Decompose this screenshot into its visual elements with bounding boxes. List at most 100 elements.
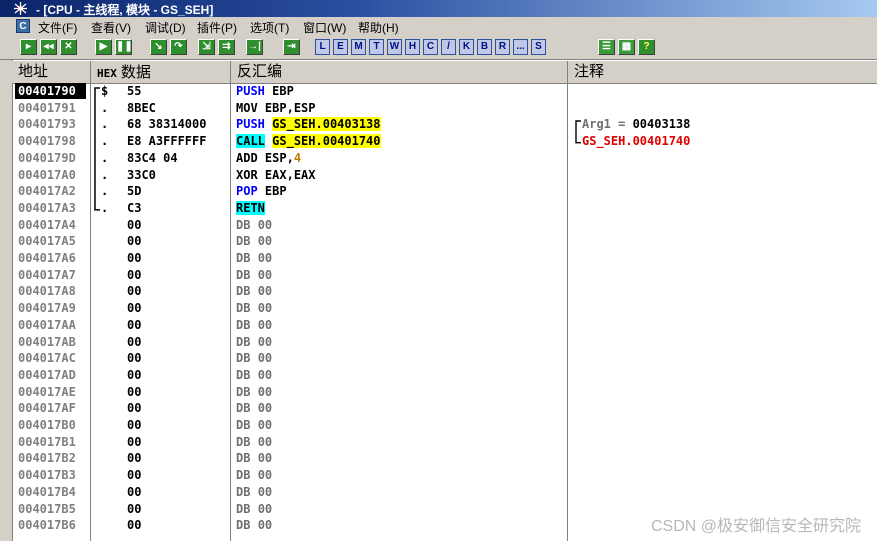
row-address[interactable]: 004017A8 xyxy=(18,284,76,298)
row-address[interactable]: 004017AB xyxy=(18,335,76,349)
cpu-window-button[interactable]: C xyxy=(423,39,438,55)
disasm-row[interactable]: 004017AB 00 DB 00 xyxy=(12,334,877,351)
log-window-button[interactable]: L xyxy=(315,39,330,55)
row-disassembly[interactable]: DB 00 xyxy=(236,385,272,399)
source-window-button[interactable]: S xyxy=(531,39,546,55)
row-disassembly[interactable]: DB 00 xyxy=(236,435,272,449)
menu-help[interactable]: 帮助(H) xyxy=(358,19,399,36)
disasm-row[interactable]: 004017A2. 5D POP EBP xyxy=(12,183,877,200)
row-disassembly[interactable]: MOV EBP,ESP xyxy=(236,101,316,115)
row-address[interactable]: 00401791 xyxy=(18,101,76,115)
disasm-row[interactable]: 004017A0. 33C0 XOR EAX,EAX xyxy=(12,167,877,184)
row-address[interactable]: 004017AC xyxy=(18,351,76,365)
patches-window-button[interactable]: / xyxy=(441,39,456,55)
cpu-window-icon[interactable]: C xyxy=(16,19,30,33)
menu-file[interactable]: 文件(F) xyxy=(38,19,77,36)
menu-window[interactable]: 窗口(W) xyxy=(303,19,346,36)
callstack-window-button[interactable]: K xyxy=(459,39,474,55)
pause-icon[interactable]: ❚❚ xyxy=(115,39,133,55)
header-hex-data[interactable]: HEX 数据 xyxy=(91,61,231,83)
row-address[interactable]: 004017A7 xyxy=(18,268,76,282)
disassembly-grid[interactable]: 00401790 $55 PUSH EBP 00401791. 8BEC MOV EBP,… xyxy=(12,83,877,541)
row-address[interactable]: 004017A4 xyxy=(18,218,76,232)
step-over-icon[interactable]: ↷ xyxy=(170,39,187,55)
open-icon[interactable]: ▸ xyxy=(20,39,37,55)
disasm-row[interactable]: 004017B4 00 DB 00 xyxy=(12,484,877,501)
header-disassembly[interactable]: 反汇编 xyxy=(231,61,568,83)
row-disassembly[interactable]: XOR EAX,EAX xyxy=(236,168,316,182)
disasm-row[interactable]: 004017A7 00 DB 00 xyxy=(12,267,877,284)
header-address[interactable]: 地址 xyxy=(12,61,91,83)
row-address[interactable]: 00401790 xyxy=(18,84,76,98)
goto-icon[interactable]: ⇥ xyxy=(283,39,300,55)
row-disassembly[interactable]: PUSH EBP xyxy=(236,84,294,98)
row-address[interactable]: 004017AD xyxy=(18,368,76,382)
run-trace-window-button[interactable]: ... xyxy=(513,39,528,55)
row-address[interactable]: 00401798 xyxy=(18,134,76,148)
row-disassembly[interactable]: PUSH GS_SEH.00403138 xyxy=(236,117,381,132)
memory-window-button[interactable]: M xyxy=(351,39,366,55)
row-disassembly[interactable]: DB 00 xyxy=(236,301,272,315)
row-address[interactable]: 004017A6 xyxy=(18,251,76,265)
row-address[interactable]: 004017AF xyxy=(18,401,76,415)
row-address[interactable]: 004017B1 xyxy=(18,435,76,449)
row-address[interactable]: 004017B6 xyxy=(18,518,76,532)
row-address[interactable]: 0040179D xyxy=(18,151,76,165)
disasm-row[interactable]: 00401798. E8 A3FFFFFF CALL GS_SEH.00401740… xyxy=(12,133,877,150)
disasm-row[interactable]: 004017A9 00 DB 00 xyxy=(12,300,877,317)
disasm-row[interactable]: 004017A5 00 DB 00 xyxy=(12,233,877,250)
menu-debug[interactable]: 调试(D) xyxy=(145,19,186,36)
row-address[interactable]: 004017B0 xyxy=(18,418,76,432)
restart-icon[interactable]: ◂◂ xyxy=(40,39,57,55)
disasm-row[interactable]: 004017A4 00 DB 00 xyxy=(12,217,877,234)
row-disassembly[interactable]: CALL GS_SEH.00401740 xyxy=(236,134,381,149)
menu-options[interactable]: 选项(T) xyxy=(250,19,289,36)
disasm-row[interactable]: 004017B0 00 DB 00 xyxy=(12,417,877,434)
windows-window-button[interactable]: W xyxy=(387,39,402,55)
disasm-row[interactable]: 004017AE 00 DB 00 xyxy=(12,384,877,401)
modules-window-button[interactable]: E xyxy=(333,39,348,55)
row-disassembly[interactable]: DB 00 xyxy=(236,284,272,298)
row-disassembly[interactable]: POP EBP xyxy=(236,184,287,198)
row-disassembly[interactable]: DB 00 xyxy=(236,251,272,265)
help-icon[interactable]: ? xyxy=(638,39,655,55)
row-address[interactable]: 004017A5 xyxy=(18,234,76,248)
row-disassembly[interactable]: DB 00 xyxy=(236,451,272,465)
list-icon[interactable]: ☰ xyxy=(598,39,615,55)
disasm-row[interactable]: 004017A8 00 DB 00 xyxy=(12,283,877,300)
disasm-row[interactable]: 004017B1 00 DB 00 xyxy=(12,434,877,451)
row-disassembly[interactable]: RETN xyxy=(236,200,265,215)
row-address[interactable]: 004017A9 xyxy=(18,301,76,315)
disasm-row[interactable]: 0040179D. 83C4 04 ADD ESP,4 xyxy=(12,150,877,167)
row-disassembly[interactable]: DB 00 xyxy=(236,218,272,232)
row-address[interactable]: 004017B5 xyxy=(18,502,76,516)
row-disassembly[interactable]: ADD ESP,4 xyxy=(236,151,301,165)
threads-window-button[interactable]: T xyxy=(369,39,384,55)
disasm-row[interactable]: 004017AD 00 DB 00 xyxy=(12,367,877,384)
row-disassembly[interactable]: DB 00 xyxy=(236,401,272,415)
disasm-row[interactable]: 004017AA 00 DB 00 xyxy=(12,317,877,334)
execute-till-return-icon[interactable]: →| xyxy=(246,39,263,55)
row-disassembly[interactable]: DB 00 xyxy=(236,468,272,482)
row-disassembly[interactable]: DB 00 xyxy=(236,318,272,332)
run-icon[interactable]: ▶ xyxy=(95,39,112,55)
disasm-row[interactable]: 004017A3. C3 RETN xyxy=(12,200,877,217)
step-into-icon[interactable]: ↘ xyxy=(150,39,167,55)
row-address[interactable]: 004017AE xyxy=(18,385,76,399)
trace-into-icon[interactable]: ⇲ xyxy=(198,39,215,55)
row-address[interactable]: 004017A0 xyxy=(18,168,76,182)
row-disassembly[interactable]: DB 00 xyxy=(236,234,272,248)
row-disassembly[interactable]: DB 00 xyxy=(236,351,272,365)
disasm-row[interactable]: 004017B2 00 DB 00 xyxy=(12,450,877,467)
row-disassembly[interactable]: DB 00 xyxy=(236,368,272,382)
disasm-row[interactable]: 00401791. 8BEC MOV EBP,ESP xyxy=(12,100,877,117)
disasm-row[interactable]: 004017A6 00 DB 00 xyxy=(12,250,877,267)
row-disassembly[interactable]: DB 00 xyxy=(236,268,272,282)
row-disassembly[interactable]: DB 00 xyxy=(236,518,272,532)
row-address[interactable]: 004017A3 xyxy=(18,201,76,215)
handles-window-button[interactable]: H xyxy=(405,39,420,55)
row-address[interactable]: 004017B4 xyxy=(18,485,76,499)
row-address[interactable]: 004017B3 xyxy=(18,468,76,482)
row-address[interactable]: 004017A2 xyxy=(18,184,76,198)
disasm-row[interactable]: 004017AC 00 DB 00 xyxy=(12,350,877,367)
